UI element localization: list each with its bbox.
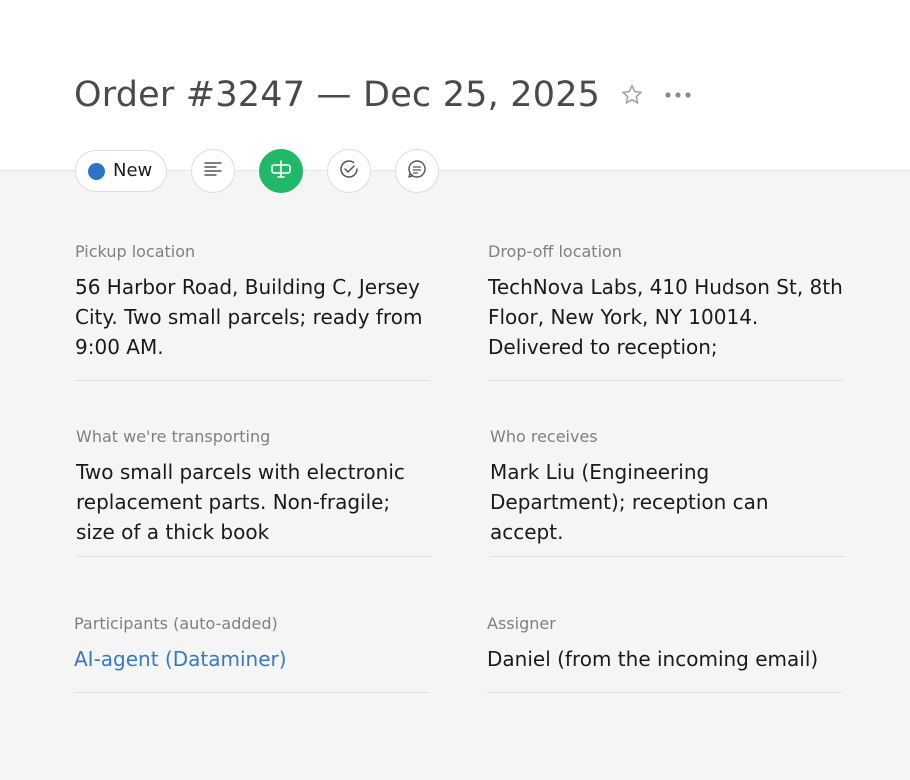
assigner-field: Assigner Daniel (from the incoming email…: [487, 614, 842, 693]
pickup-field: Pickup location 56 Harbor Road, Building…: [75, 242, 430, 381]
transport-button[interactable]: [259, 149, 304, 193]
comment-icon: [405, 157, 429, 185]
order-toolbar: New: [75, 149, 440, 193]
star-icon[interactable]: [620, 83, 644, 107]
participants-label: Participants (auto-added): [74, 614, 278, 633]
dropoff-field: Drop-off location TechNova Labs, 410 Hud…: [488, 242, 843, 381]
participant-link[interactable]: AI-agent (Dataminer): [74, 644, 429, 674]
more-options-icon[interactable]: [664, 83, 692, 107]
details-button[interactable]: [191, 149, 236, 193]
pickup-value[interactable]: 56 Harbor Road, Building C, Jersey City.…: [75, 272, 430, 362]
receiver-label: Who receives: [490, 427, 598, 446]
transit-sign-icon: [269, 157, 293, 185]
transporting-value[interactable]: Two small parcels with electronic replac…: [76, 457, 431, 547]
page-title: Order #3247 — Dec 25, 2025: [74, 75, 601, 115]
dropoff-value[interactable]: TechNova Labs, 410 Hudson St, 8th Floor,…: [488, 272, 843, 362]
transporting-field: What we're transporting Two small parcel…: [76, 427, 431, 557]
order-header: Order #3247 — Dec 25, 2025: [0, 0, 910, 171]
pickup-label: Pickup location: [75, 242, 196, 261]
status-label: New: [113, 160, 153, 181]
check-circle-icon: [337, 157, 361, 185]
status-dot-icon: [88, 162, 105, 180]
title-row: Order #3247 — Dec 25, 2025: [74, 72, 692, 118]
assigner-value[interactable]: Daniel (from the incoming email): [487, 644, 842, 674]
complete-button[interactable]: [327, 149, 372, 193]
list-lines-icon: [202, 158, 224, 184]
transporting-label: What we're transporting: [76, 427, 271, 446]
receiver-field: Who receives Mark Liu (Engineering Depar…: [490, 427, 845, 557]
assigner-label: Assigner: [487, 614, 556, 633]
status-button[interactable]: New: [75, 150, 168, 192]
participants-field: Participants (auto-added) AI-agent (Data…: [74, 614, 429, 693]
dropoff-label: Drop-off location: [488, 242, 622, 261]
receiver-value[interactable]: Mark Liu (Engineering Department); recep…: [490, 457, 845, 547]
comments-button[interactable]: [395, 149, 440, 193]
